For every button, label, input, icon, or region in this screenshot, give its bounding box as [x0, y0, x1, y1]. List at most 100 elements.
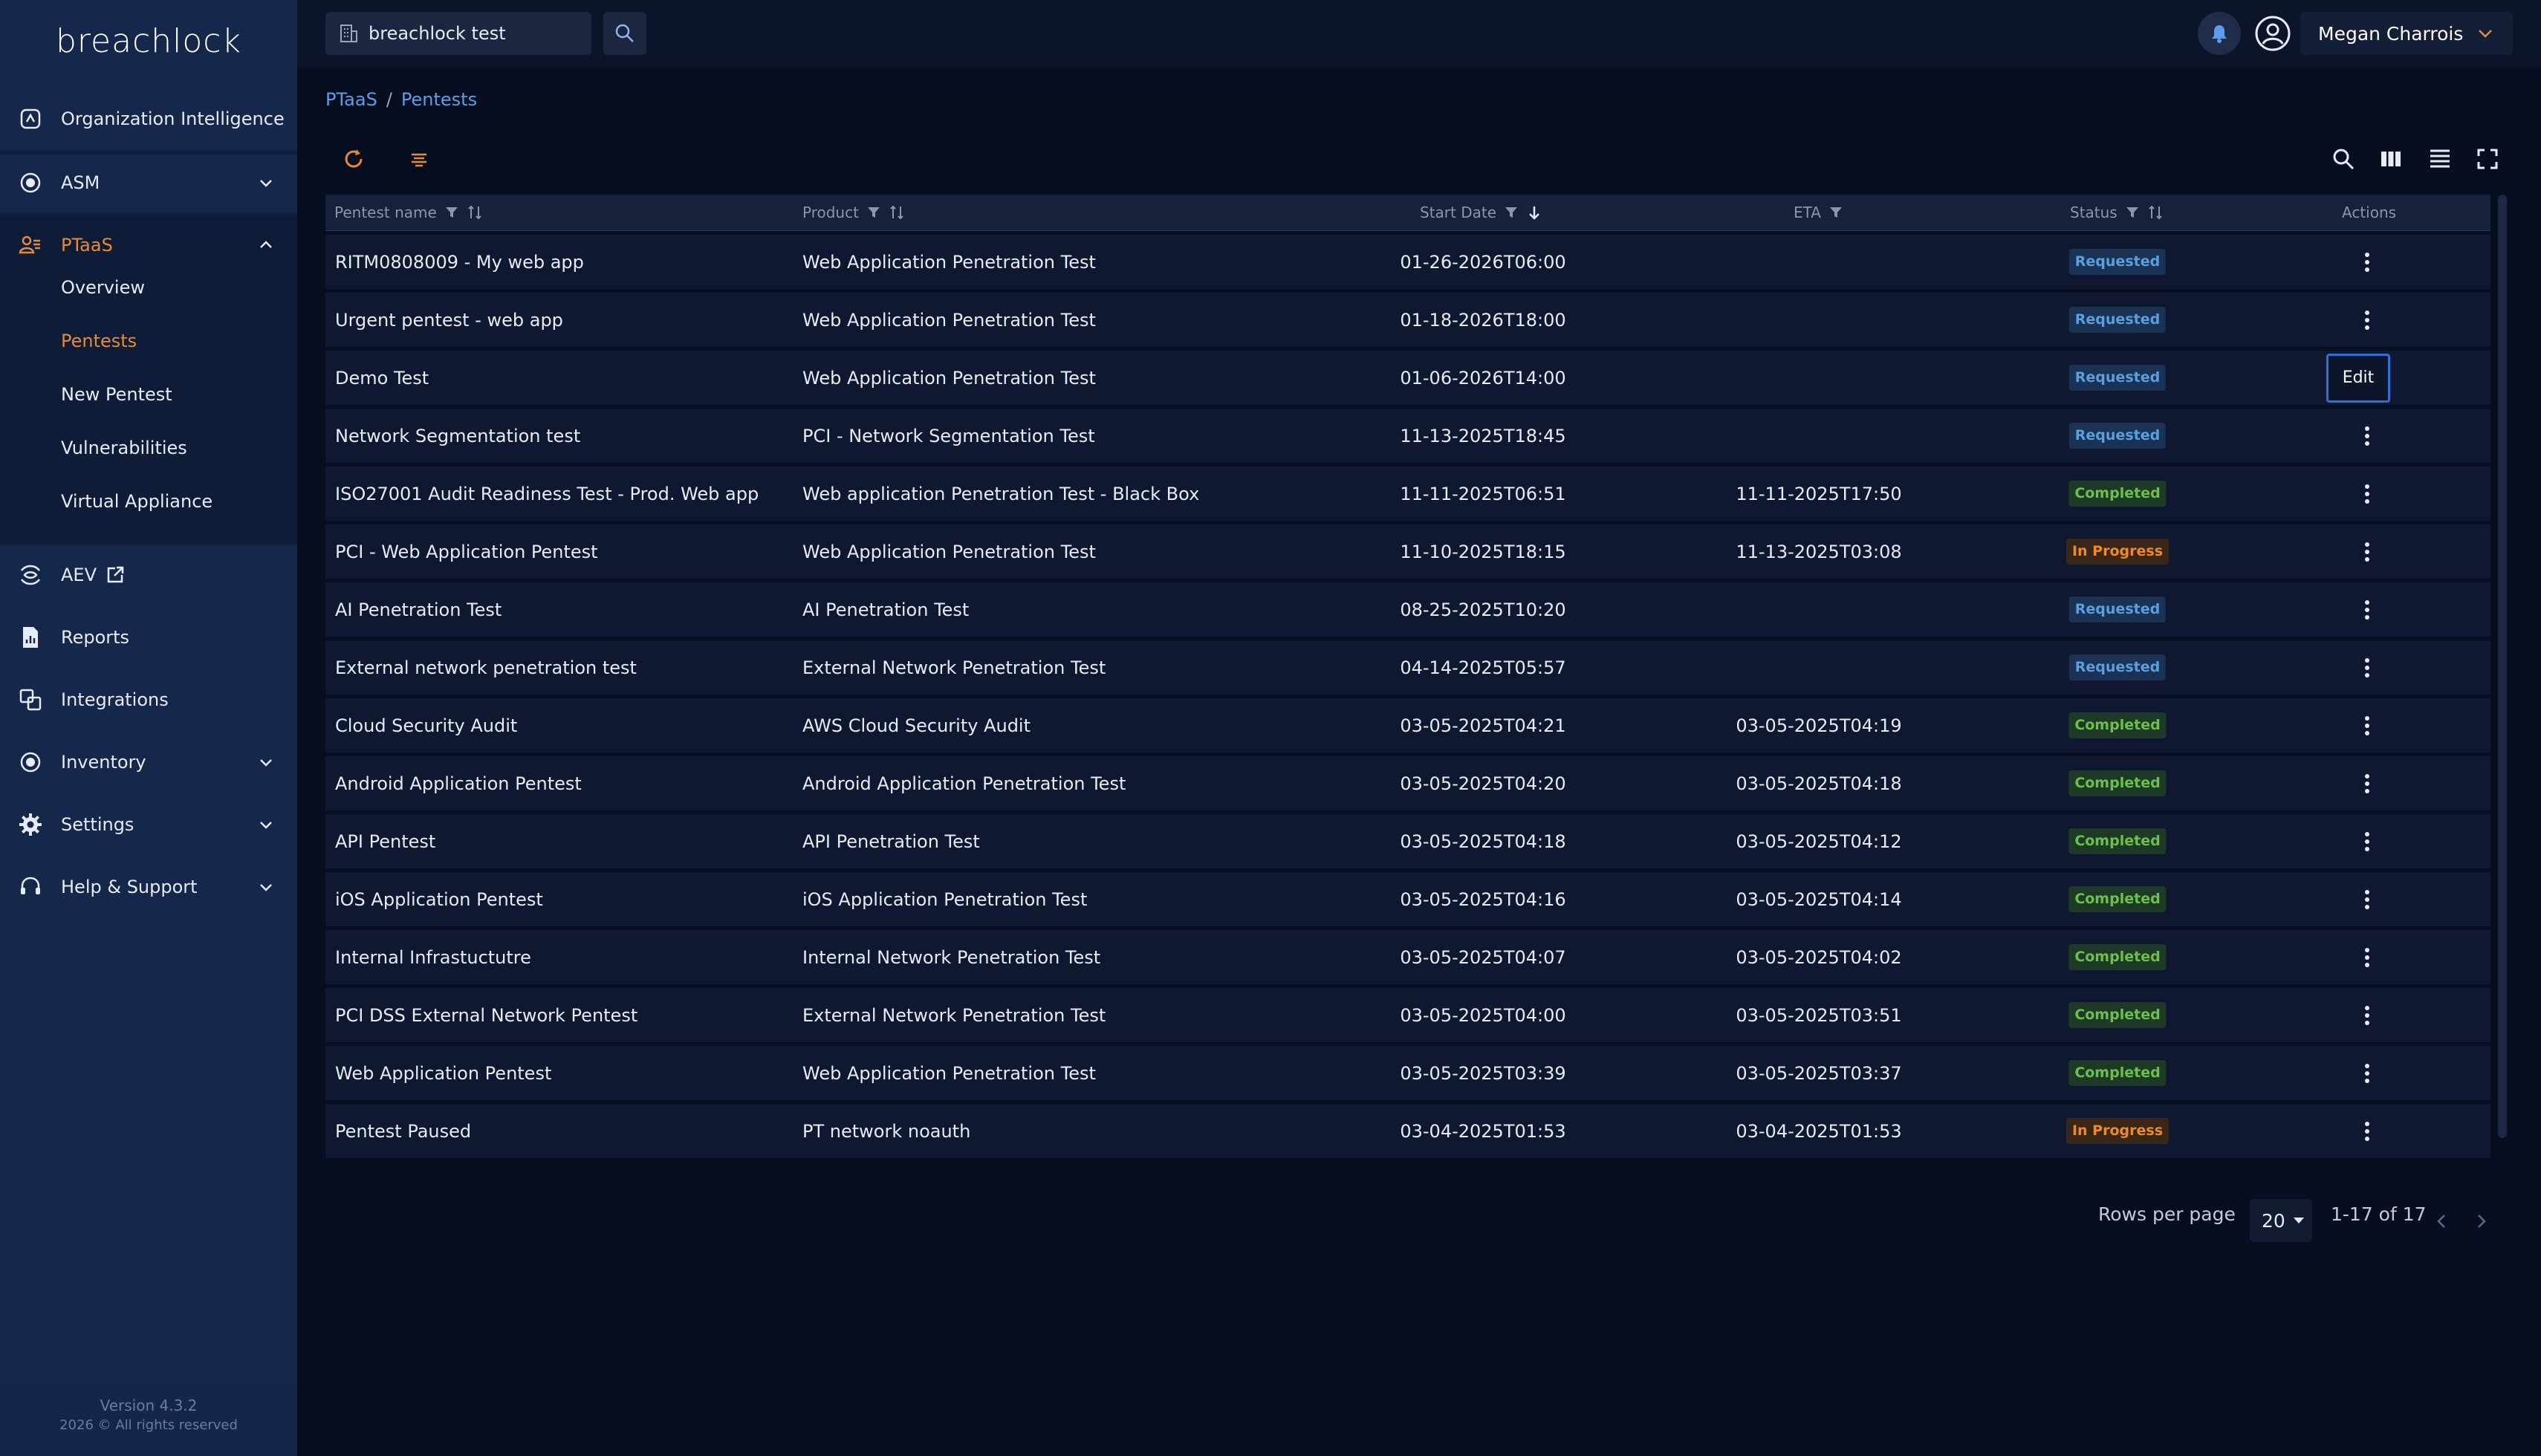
table-row[interactable]: Network Segmentation test PCI - Network S…: [325, 409, 2490, 463]
filter-icon[interactable]: [2125, 205, 2140, 220]
next-page-button[interactable]: [2465, 1205, 2498, 1238]
table-row[interactable]: iOS Application Pentest iOS Application P…: [325, 872, 2490, 926]
more-vert-icon[interactable]: [2365, 426, 2369, 446]
fullscreen-button[interactable]: [2471, 143, 2504, 175]
sidebar-subitem-new-pentest[interactable]: New Pentest: [61, 384, 172, 405]
sidebar-item-ptaas[interactable]: PTaaS: [0, 214, 297, 276]
actions-cell: [2365, 872, 2369, 926]
sort-icon[interactable]: [467, 204, 483, 221]
pentest-name[interactable]: RITM0808009 - My web app: [335, 235, 584, 289]
pentest-name[interactable]: External network penetration test: [335, 640, 637, 695]
sort-icon[interactable]: [889, 204, 905, 221]
sort-descending-icon[interactable]: [1526, 204, 1542, 221]
org-search-button[interactable]: [603, 12, 646, 55]
pentest-name[interactable]: Network Segmentation test: [335, 409, 580, 463]
sidebar-item-reports[interactable]: Reports: [0, 606, 297, 669]
eta-date: 03-05-2025T03:51: [1736, 1004, 1902, 1026]
column-header-eta[interactable]: ETA: [1794, 195, 1843, 230]
column-header-pentest-name[interactable]: Pentest name: [334, 195, 483, 230]
pentest-name[interactable]: Android Application Pentest: [335, 756, 582, 810]
table-row[interactable]: Demo Test Web Application Penetration Tes…: [325, 351, 2490, 405]
columns-button[interactable]: [2375, 143, 2407, 175]
breadcrumb-pentests[interactable]: Pentests: [401, 89, 477, 110]
user-menu[interactable]: Megan Charrois: [2300, 12, 2513, 55]
filter-icon[interactable]: [1828, 205, 1843, 220]
more-vert-icon[interactable]: [2365, 1005, 2369, 1025]
table-row[interactable]: Urgent pentest - web app Web Application …: [325, 293, 2490, 347]
more-vert-icon[interactable]: [2365, 1121, 2369, 1141]
table-row[interactable]: RITM0808009 - My web app Web Application …: [325, 235, 2490, 289]
table-row[interactable]: Internal Infrastuctutre Internal Network …: [325, 930, 2490, 984]
table-scrollbar[interactable]: [2498, 195, 2507, 1138]
sidebar-subitem-virtual-appliance[interactable]: Virtual Appliance: [61, 491, 212, 512]
rows-per-page-select[interactable]: 20: [2250, 1199, 2312, 1242]
more-vert-icon[interactable]: [2365, 831, 2369, 851]
edit-button[interactable]: Edit: [2326, 353, 2390, 403]
sidebar-item-aev[interactable]: AEV: [0, 544, 297, 606]
table-row[interactable]: PCI - Web Application Pentest Web Applica…: [325, 524, 2490, 579]
filter-icon[interactable]: [444, 205, 459, 220]
dot: [2365, 433, 2369, 438]
pentest-name[interactable]: AI Penetration Test: [335, 582, 502, 637]
sort-icon[interactable]: [2147, 204, 2164, 221]
pentest-name[interactable]: Cloud Security Audit: [335, 698, 517, 753]
sidebar-subitem-overview[interactable]: Overview: [61, 277, 145, 298]
previous-page-button[interactable]: [2425, 1205, 2458, 1238]
table-row[interactable]: Cloud Security Audit AWS Cloud Security A…: [325, 698, 2490, 753]
filter-toggle-button[interactable]: [403, 143, 435, 175]
pentest-name[interactable]: Pentest Paused: [335, 1104, 471, 1158]
pentest-name[interactable]: PCI - Web Application Pentest: [335, 524, 598, 579]
more-vert-icon[interactable]: [2365, 889, 2369, 909]
sidebar-subitem-vulnerabilities[interactable]: Vulnerabilities: [61, 438, 187, 458]
more-vert-icon[interactable]: [2365, 773, 2369, 793]
table-row[interactable]: ISO27001 Audit Readiness Test - Prod. We…: [325, 467, 2490, 521]
actions-cell: [2365, 293, 2369, 347]
sidebar-item-asm[interactable]: ASM: [0, 152, 297, 214]
pentest-name[interactable]: ISO27001 Audit Readiness Test - Prod. We…: [335, 467, 759, 521]
column-header-product[interactable]: Product: [802, 195, 905, 230]
column-header-status[interactable]: Status: [2070, 195, 2164, 230]
more-vert-icon[interactable]: [2365, 542, 2369, 562]
more-vert-icon[interactable]: [2365, 947, 2369, 967]
table-row[interactable]: External network penetration test Externa…: [325, 640, 2490, 695]
sidebar-subitem-pentests[interactable]: Pentests: [61, 331, 137, 351]
sidebar-item-settings[interactable]: Settings: [0, 793, 297, 856]
brand-logo[interactable]: breachlock: [0, 22, 297, 60]
table-row[interactable]: AI Penetration Test AI Penetration Test 08…: [325, 582, 2490, 637]
table-row[interactable]: Web Application Pentest Web Application P…: [325, 1046, 2490, 1100]
sidebar-item-integrations[interactable]: Integrations: [0, 669, 297, 731]
filter-icon[interactable]: [1504, 205, 1519, 220]
notifications-button[interactable]: [2198, 12, 2241, 55]
pentest-name[interactable]: API Pentest: [335, 814, 435, 868]
column-header-start-date[interactable]: Start Date: [1420, 195, 1542, 230]
more-vert-icon[interactable]: [2365, 1063, 2369, 1083]
more-vert-icon[interactable]: [2365, 715, 2369, 735]
pentest-name[interactable]: Demo Test: [335, 351, 429, 405]
table-row[interactable]: Pentest Paused PT network noauth 03-04-202…: [325, 1104, 2490, 1158]
pentest-name[interactable]: Web Application Pentest: [335, 1046, 551, 1100]
pentest-name[interactable]: Internal Infrastuctutre: [335, 930, 531, 984]
sidebar-item-inventory[interactable]: Inventory: [0, 731, 297, 793]
table-row[interactable]: API Pentest API Penetration Test 03-05-202…: [325, 814, 2490, 868]
more-vert-icon[interactable]: [2365, 599, 2369, 620]
density-button[interactable]: [2424, 143, 2456, 175]
more-vert-icon[interactable]: [2365, 310, 2369, 330]
refresh-button[interactable]: [337, 143, 370, 175]
more-vert-icon[interactable]: [2365, 252, 2369, 272]
avatar[interactable]: [2251, 12, 2294, 55]
pentest-name[interactable]: Urgent pentest - web app: [335, 293, 563, 347]
pentest-name[interactable]: iOS Application Pentest: [335, 872, 543, 926]
breadcrumb-ptaas[interactable]: PTaaS: [325, 89, 377, 110]
organization-selector[interactable]: breachlock test: [325, 12, 591, 55]
more-vert-icon[interactable]: [2365, 484, 2369, 504]
dot: [2365, 723, 2369, 728]
sidebar-item-help-support[interactable]: Help & Support: [0, 856, 297, 918]
pentest-name[interactable]: PCI DSS External Network Pentest: [335, 988, 637, 1042]
table-search-button[interactable]: [2327, 143, 2360, 175]
table-row[interactable]: PCI DSS External Network Pentest External…: [325, 988, 2490, 1042]
filter-icon[interactable]: [866, 205, 881, 220]
more-vert-icon[interactable]: [2365, 657, 2369, 677]
table-row[interactable]: Android Application Pentest Android Appli…: [325, 756, 2490, 810]
breadcrumb-separator: /: [386, 89, 392, 110]
sidebar-item-organization-intelligence[interactable]: Organization Intelligence: [0, 88, 297, 150]
